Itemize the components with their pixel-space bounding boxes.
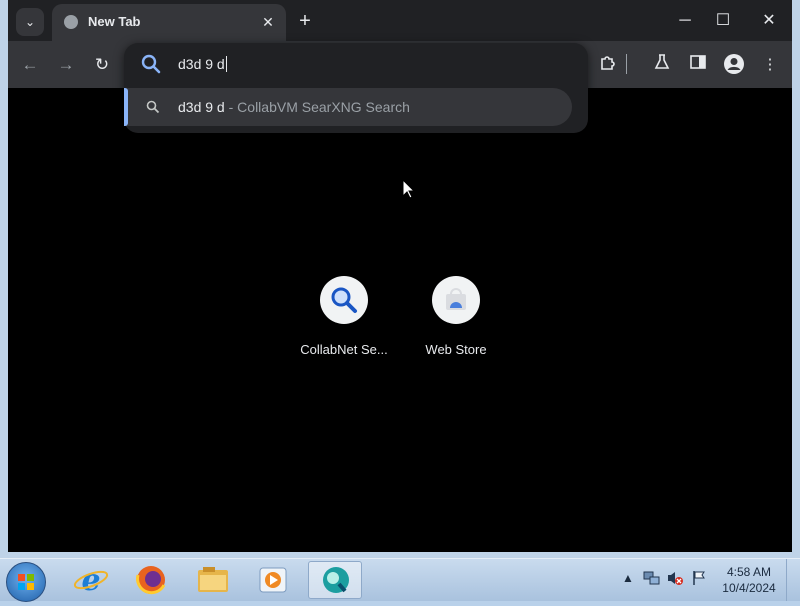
clock-date: 10/4/2024 xyxy=(722,581,776,595)
windows-logo-icon xyxy=(18,574,34,590)
windows-taskbar: e ▲ 4:58 AM 10/4/2024 xyxy=(0,558,800,602)
toolbar-divider xyxy=(626,54,627,74)
profile-avatar-icon[interactable] xyxy=(722,53,746,77)
tab-title: New Tab xyxy=(88,14,141,29)
search-icon xyxy=(140,53,162,80)
selection-indicator xyxy=(124,88,128,126)
action-center-flag-icon[interactable] xyxy=(690,569,708,590)
volume-muted-icon[interactable] xyxy=(666,569,684,590)
clock-time: 4:58 AM xyxy=(726,565,772,579)
new-tab-button[interactable]: + xyxy=(292,9,318,35)
shortcut-tile[interactable]: CollabNet Se... xyxy=(289,276,399,357)
suggestion-text: d3d 9 d - CollabVM SearXNG Search xyxy=(178,99,410,115)
extensions-icon[interactable] xyxy=(596,53,620,77)
side-panel-icon[interactable] xyxy=(686,53,710,77)
start-button[interactable] xyxy=(6,562,46,602)
media-player-icon[interactable] xyxy=(246,561,300,599)
omnibox-dropdown[interactable]: d3d 9 d d3d 9 d - CollabVM SearXNG Searc… xyxy=(124,43,588,133)
internet-explorer-icon[interactable]: e xyxy=(64,561,118,599)
network-icon[interactable] xyxy=(642,569,660,590)
show-desktop-button[interactable] xyxy=(786,559,800,601)
browser-app-icon[interactable] xyxy=(308,561,362,599)
shortcut-label: CollabNet Se... xyxy=(300,342,388,357)
mouse-cursor-icon xyxy=(402,179,416,199)
magnifier-icon xyxy=(331,287,357,313)
globe-icon xyxy=(64,15,78,29)
shortcut-label: Web Store xyxy=(425,342,487,357)
tab-search-button[interactable]: ⌄ xyxy=(16,8,44,36)
maximize-button[interactable]: ☐ xyxy=(700,8,746,34)
address-input[interactable]: d3d 9 d xyxy=(178,56,227,72)
svg-text:e: e xyxy=(81,563,100,598)
close-window-button[interactable]: ✕ xyxy=(746,8,792,34)
labs-flask-icon[interactable] xyxy=(650,53,674,77)
chevron-down-icon: ⌄ xyxy=(24,15,36,29)
back-button[interactable]: ← xyxy=(18,53,42,77)
firefox-icon[interactable] xyxy=(124,561,178,599)
forward-button[interactable]: → xyxy=(54,53,78,77)
tab-close-icon[interactable]: ✕ xyxy=(258,12,278,32)
omnibox-suggestion[interactable]: d3d 9 d - CollabVM SearXNG Search xyxy=(124,88,572,126)
tab-strip: ⌄ New Tab ✕ + ─ ☐ ✕ xyxy=(8,0,792,41)
shortcut-tile[interactable]: Web Store xyxy=(401,276,511,357)
shortcut-icon-circle xyxy=(432,276,480,324)
address-bar[interactable]: d3d 9 d xyxy=(124,43,588,85)
tab-new-tab[interactable]: New Tab ✕ xyxy=(52,4,286,41)
shortcut-icon-circle xyxy=(320,276,368,324)
file-explorer-icon[interactable] xyxy=(186,561,240,599)
tray-overflow-arrow[interactable]: ▲ xyxy=(622,571,634,585)
suggestion-engine: CollabVM SearXNG Search xyxy=(237,99,410,115)
more-menu-icon[interactable]: ⋮ xyxy=(758,53,782,77)
system-clock[interactable]: 4:58 AM 10/4/2024 xyxy=(716,564,782,596)
search-icon xyxy=(146,100,160,119)
suggestion-query: d3d 9 d xyxy=(178,99,225,115)
reload-button[interactable]: ↻ xyxy=(90,53,114,77)
web-store-icon xyxy=(446,288,466,310)
